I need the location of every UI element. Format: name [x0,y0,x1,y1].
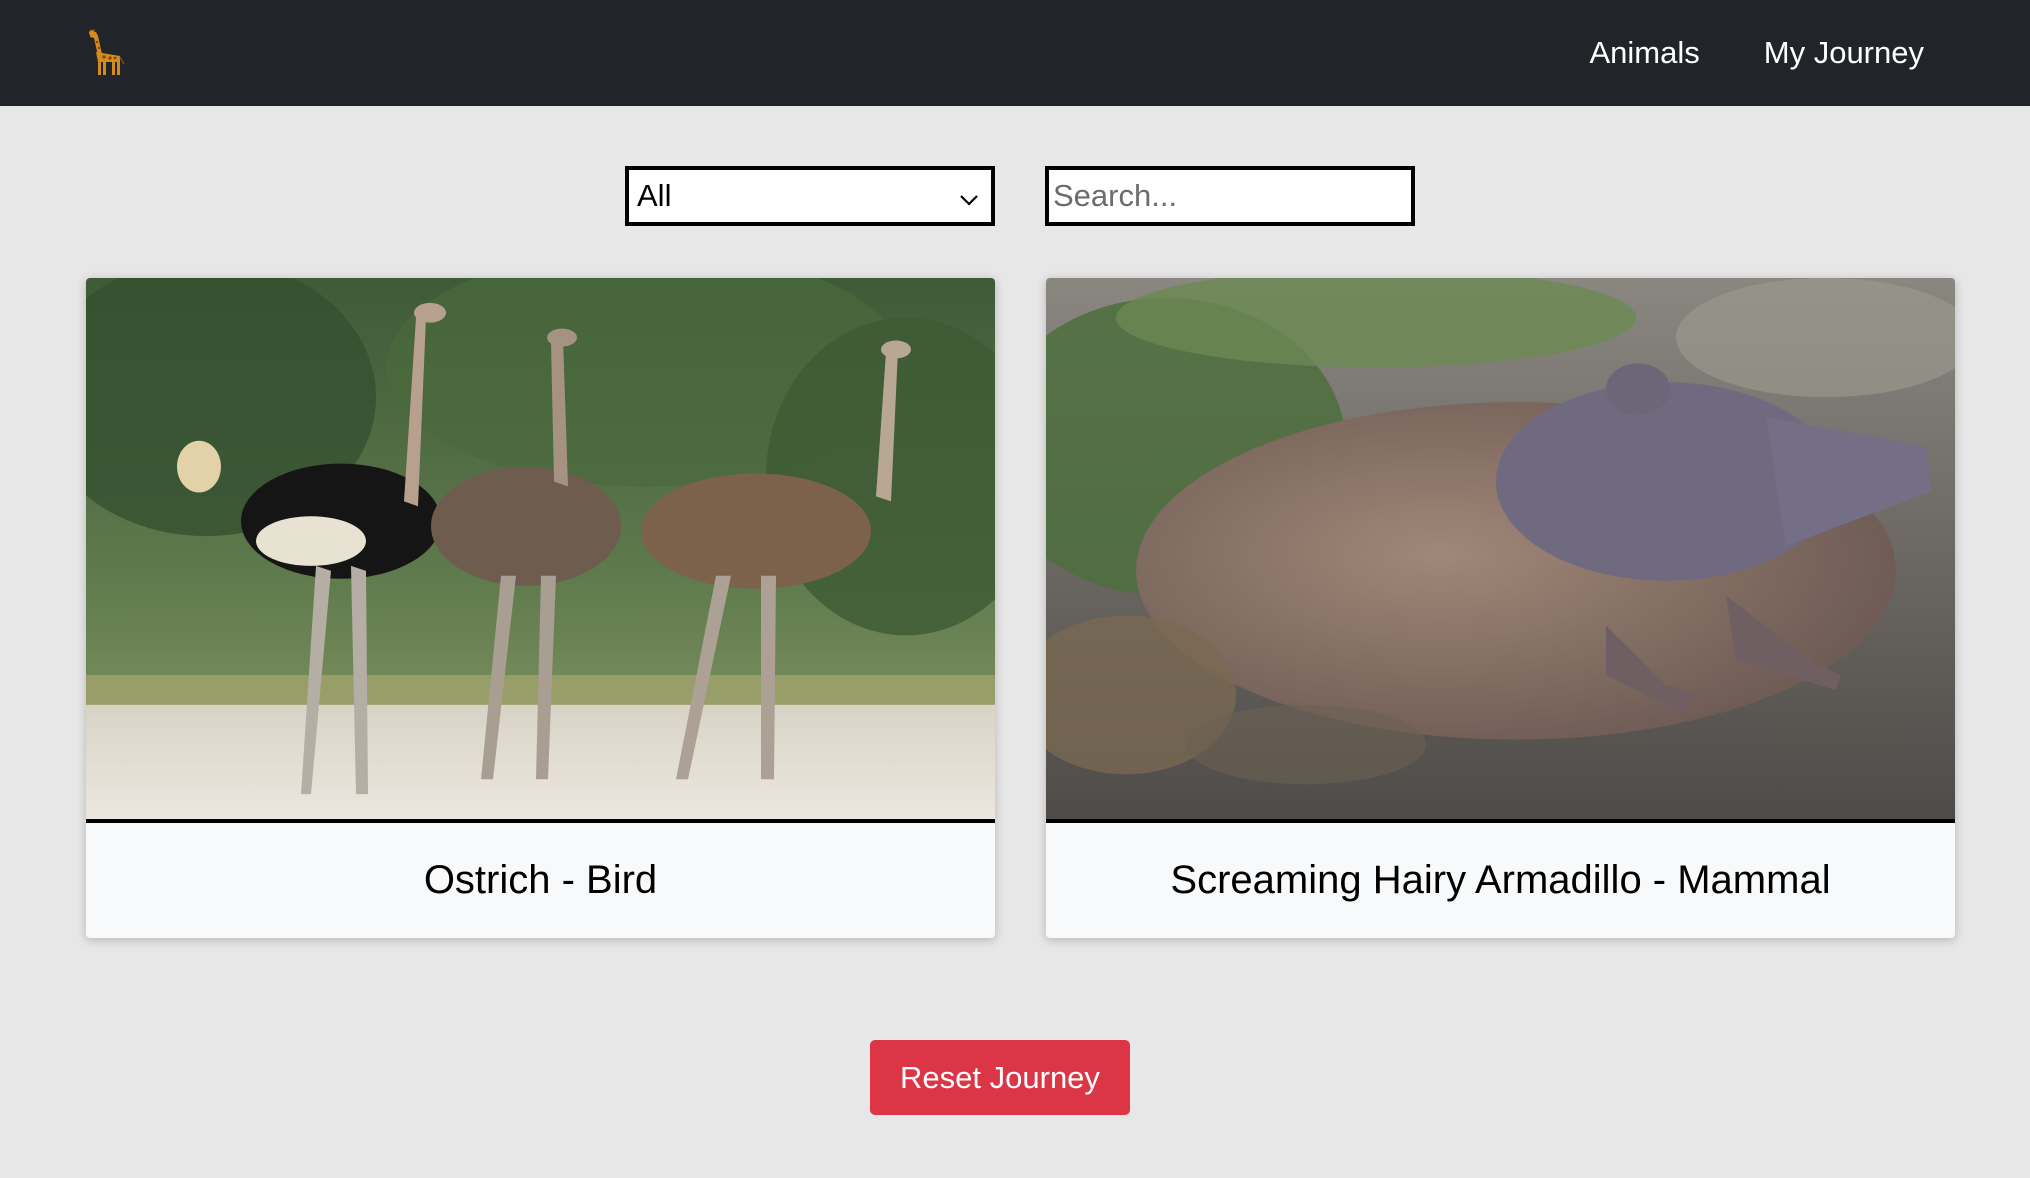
animal-card-armadillo[interactable]: Screaming Hairy Armadillo - Mammal [1046,278,1955,938]
nav-links: Animals My Journey [1590,0,1925,106]
chevron-down-icon [957,184,981,208]
armadillo-photo [1046,278,1955,823]
giraffe-icon[interactable] [82,28,126,76]
nav-link-animals[interactable]: Animals [1590,35,1700,71]
navbar: Animals My Journey [0,0,2030,106]
category-select[interactable]: All [625,166,995,226]
nav-link-my-journey[interactable]: My Journey [1764,35,1924,71]
search-input[interactable] [1045,166,1415,226]
reset-journey-button[interactable]: Reset Journey [870,1040,1130,1115]
card-title: Ostrich - Bird [423,858,658,902]
card-title: Screaming Hairy Armadillo - Mammal [1170,858,1831,902]
ostrich-photo [86,278,995,823]
category-select-value: All [637,178,672,213]
animal-card-ostrich[interactable]: Ostrich - Bird [86,278,995,938]
